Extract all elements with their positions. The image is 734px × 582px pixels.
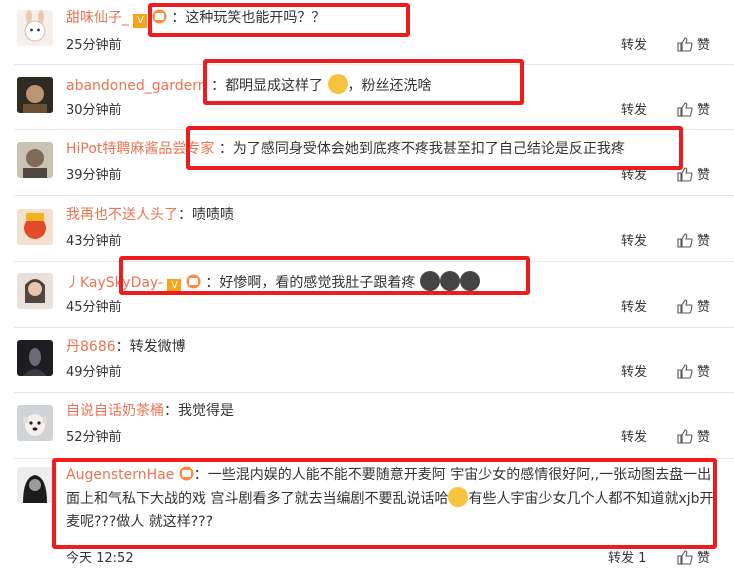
thumbs-up-icon	[677, 299, 693, 314]
vip-badge: V	[133, 14, 148, 28]
comment-text: 转发微博	[129, 339, 186, 355]
comment-time: 43分钟前	[66, 234, 122, 249]
like-button[interactable]: 赞	[677, 364, 710, 382]
username-link[interactable]: abandoned_gardern	[66, 78, 207, 94]
comment-time: 今天 12:52	[66, 551, 134, 566]
forward-button[interactable]: 转发	[621, 299, 647, 317]
avatar[interactable]	[17, 10, 53, 46]
forward-button[interactable]: 转发	[621, 364, 647, 382]
highlight-box	[186, 126, 683, 170]
thumbs-up-icon	[677, 550, 693, 565]
comment-row: 丹8686：转发微博 49分钟前 转发 赞	[0, 328, 734, 392]
like-button[interactable]: 赞	[677, 37, 710, 55]
forward-button[interactable]: 转发 1	[608, 550, 646, 568]
highlight-box	[203, 59, 524, 105]
avatar[interactable]	[17, 340, 53, 376]
comment-time: 45分钟前	[66, 300, 122, 315]
comment-text: 我觉得是	[178, 403, 234, 419]
username-link[interactable]: 甜味仙子_	[66, 10, 129, 26]
comment-row: 自说自话奶茶桶：我觉得是 52分钟前 转发 赞	[0, 393, 734, 458]
comment-time: 25分钟前	[66, 38, 122, 53]
thumbs-up-icon	[677, 37, 693, 52]
avatar[interactable]	[17, 142, 53, 178]
thumbs-up-icon	[677, 429, 693, 444]
highlight-box	[148, 3, 410, 37]
thumbs-up-icon	[677, 233, 693, 248]
thumbs-up-icon	[677, 364, 693, 379]
thumbs-up-icon	[677, 102, 693, 117]
username-link[interactable]: 我再也不送人头了	[66, 207, 178, 223]
forward-button[interactable]: 转发	[621, 37, 647, 55]
avatar[interactable]	[17, 405, 53, 441]
forward-button[interactable]: 转发	[621, 102, 647, 120]
comment-row: 我再也不送人头了：啧啧啧 43分钟前 转发 赞	[0, 196, 734, 261]
like-button[interactable]: 赞	[677, 550, 710, 568]
forward-button[interactable]: 转发	[621, 429, 647, 447]
comment-time: 52分钟前	[66, 430, 122, 445]
like-button[interactable]: 赞	[677, 429, 710, 447]
avatar[interactable]	[17, 467, 53, 503]
comment-time: 49分钟前	[66, 365, 122, 380]
like-button[interactable]: 赞	[677, 167, 710, 185]
highlight-box	[52, 458, 717, 549]
forward-button[interactable]: 转发	[621, 233, 647, 251]
avatar[interactable]	[17, 273, 53, 309]
like-button[interactable]: 赞	[677, 233, 710, 251]
comment-time: 39分钟前	[66, 168, 122, 183]
like-button[interactable]: 赞	[677, 299, 710, 317]
highlight-box	[119, 256, 530, 295]
username-link[interactable]: 自说自话奶茶桶	[66, 403, 164, 419]
avatar[interactable]	[17, 209, 53, 245]
username-link[interactable]: 丹8686	[66, 339, 116, 355]
like-button[interactable]: 赞	[677, 102, 710, 120]
avatar[interactable]	[17, 77, 53, 113]
comment-text: 啧啧啧	[192, 207, 234, 223]
comment-time: 30分钟前	[66, 103, 122, 118]
